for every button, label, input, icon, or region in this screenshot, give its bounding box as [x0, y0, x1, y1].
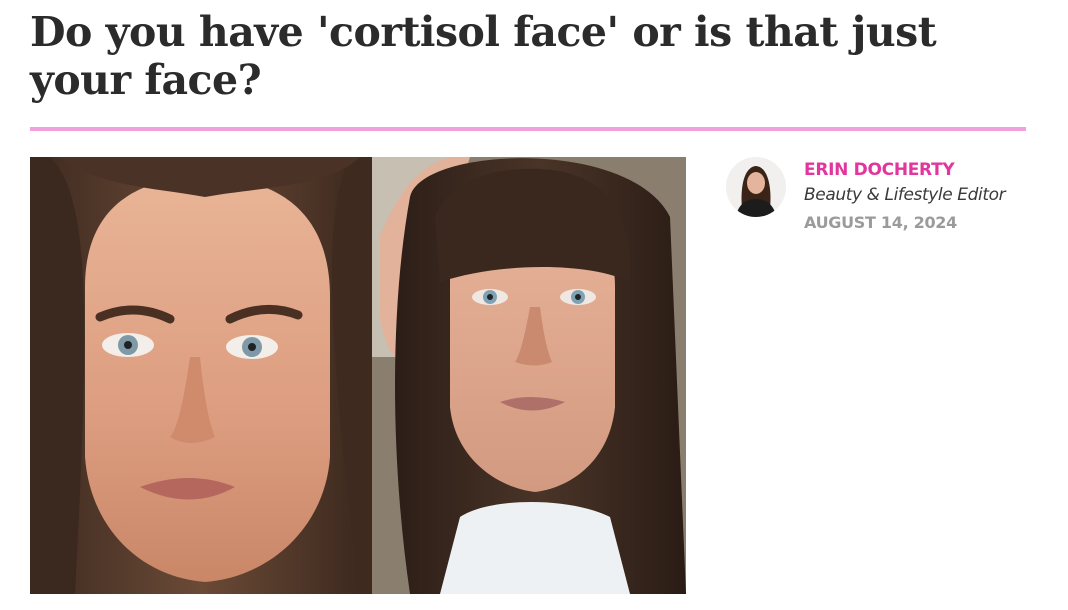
left-face-photo [30, 157, 372, 594]
publish-date: AUGUST 14, 2024 [804, 213, 957, 232]
author-role: Beauty & Lifestyle Editor [804, 185, 1006, 205]
headline-divider [30, 127, 1026, 131]
author-avatar[interactable] [726, 157, 786, 217]
author-byline: ERIN DOCHERTY Beauty & Lifestyle Editor … [726, 157, 1056, 247]
hero-image[interactable] [30, 157, 686, 594]
author-name-link[interactable]: ERIN DOCHERTY [804, 160, 955, 180]
right-face-photo [372, 157, 686, 594]
article-headline: Do you have 'cortisol face' or is that j… [30, 8, 937, 104]
